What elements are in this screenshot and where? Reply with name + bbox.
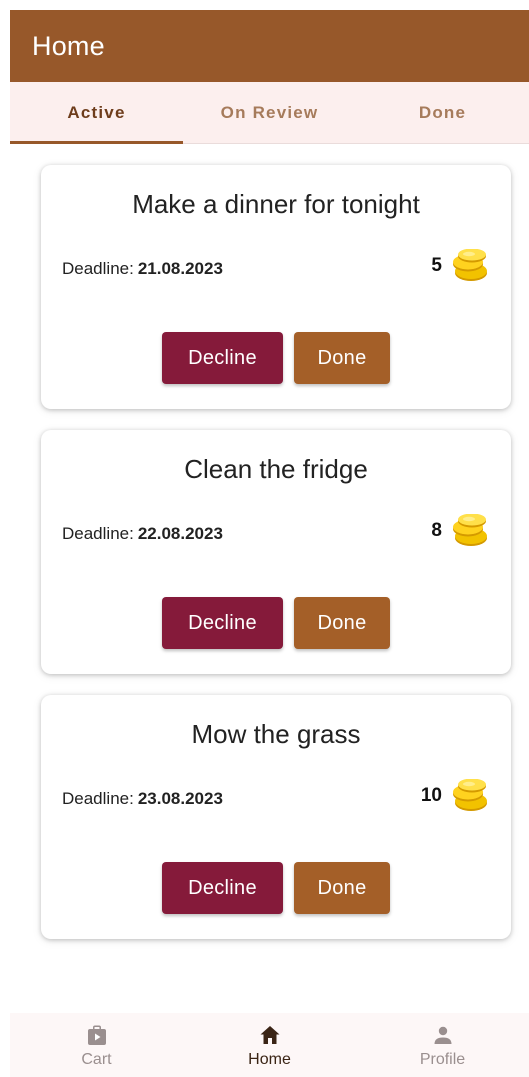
- nav-cart-label: Cart: [81, 1051, 112, 1068]
- task-deadline: Deadline: 23.08.2023: [62, 789, 223, 809]
- bottom-navigation: Cart Home Profile: [10, 1013, 529, 1077]
- app-bar: Home: [10, 10, 529, 82]
- task-tabs: Active On Review Done: [10, 82, 529, 144]
- deadline-label: Deadline:: [62, 524, 134, 543]
- task-card: Mow the grass Deadline: 23.08.2023 10 Dec…: [41, 695, 511, 939]
- deadline-date: 23.08.2023: [137, 789, 223, 808]
- reward-value: 5: [431, 255, 442, 276]
- task-card: Clean the fridge Deadline: 22.08.2023 8 D…: [41, 430, 511, 674]
- decline-button[interactable]: Decline: [162, 597, 283, 649]
- nav-home[interactable]: Home: [183, 1013, 356, 1077]
- task-card: Make a dinner for tonight Deadline: 21.08…: [41, 165, 511, 409]
- done-button[interactable]: Done: [294, 862, 390, 914]
- task-title: Make a dinner for tonight: [132, 189, 420, 219]
- nav-profile-label: Profile: [419, 1051, 466, 1068]
- nav-profile[interactable]: Profile: [356, 1013, 529, 1077]
- task-actions: Decline Done: [162, 332, 390, 384]
- tab-on-review[interactable]: On Review: [183, 82, 356, 143]
- page-title: Home: [32, 30, 105, 61]
- task-deadline: Deadline: 21.08.2023: [62, 259, 223, 279]
- nav-home-label: Home: [248, 1051, 291, 1068]
- coins-icon: [453, 249, 487, 281]
- tab-done[interactable]: Done: [356, 82, 529, 143]
- task-reward: 10: [421, 779, 489, 813]
- deadline-label: Deadline:: [62, 259, 134, 278]
- nav-cart[interactable]: Cart: [10, 1013, 183, 1077]
- deadline-label: Deadline:: [62, 789, 134, 808]
- home-icon: [260, 1026, 279, 1044]
- task-title: Mow the grass: [191, 719, 361, 749]
- task-reward: 5: [431, 249, 489, 283]
- reward-value: 10: [420, 785, 442, 806]
- cart-icon: [87, 1025, 106, 1045]
- decline-button[interactable]: Decline: [162, 862, 283, 914]
- coins-icon: [453, 514, 487, 546]
- decline-button[interactable]: Decline: [162, 332, 283, 384]
- task-actions: Decline Done: [162, 862, 390, 914]
- reward-value: 8: [431, 520, 442, 541]
- task-title: Clean the fridge: [184, 454, 368, 484]
- coins-icon: [453, 779, 487, 811]
- task-reward: 8: [431, 514, 489, 548]
- profile-icon: [434, 1026, 451, 1044]
- task-deadline: Deadline: 22.08.2023: [62, 524, 223, 544]
- done-button[interactable]: Done: [294, 332, 390, 384]
- deadline-date: 22.08.2023: [137, 524, 223, 543]
- task-actions: Decline Done: [162, 597, 390, 649]
- home-screen: Home Active On Review Done Make a dinner…: [0, 0, 529, 1077]
- deadline-date: 21.08.2023: [137, 259, 223, 278]
- tab-active[interactable]: Active: [10, 82, 183, 144]
- done-button[interactable]: Done: [294, 597, 390, 649]
